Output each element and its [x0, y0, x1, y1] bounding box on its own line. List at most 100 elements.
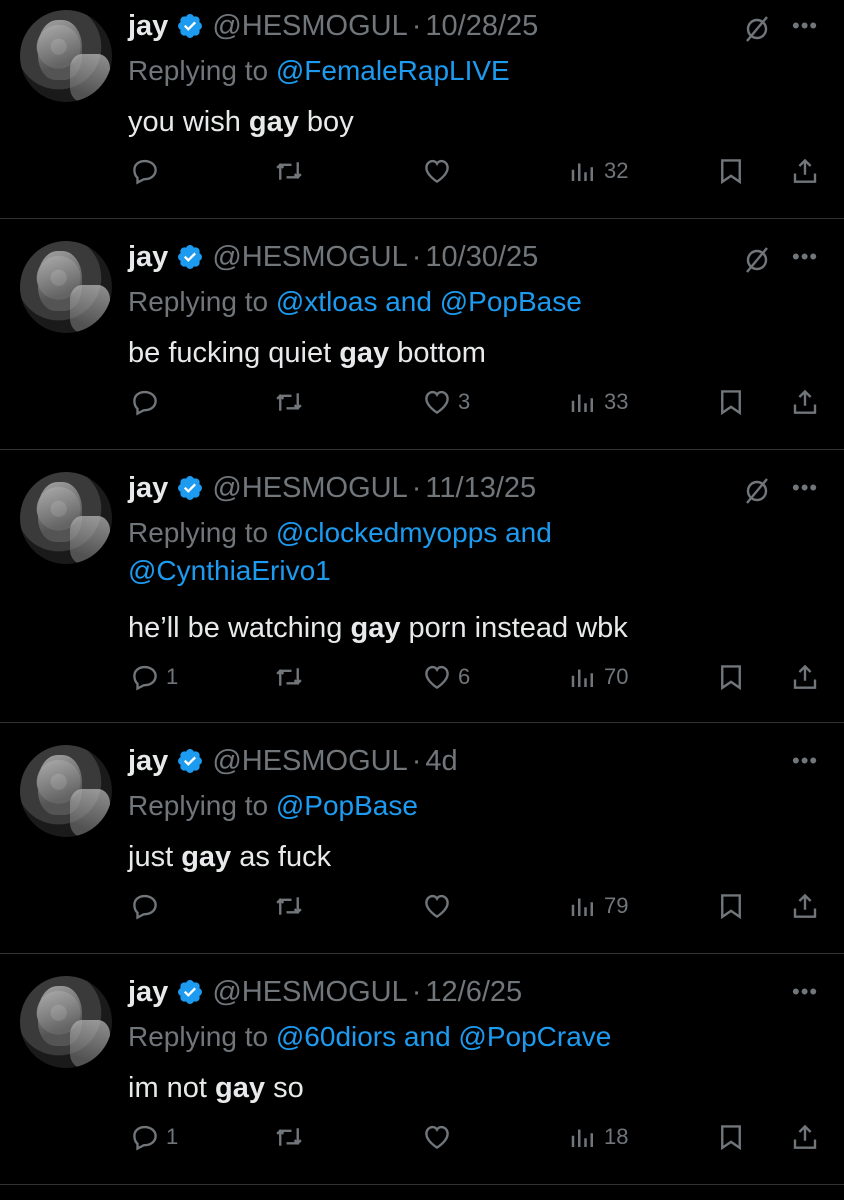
timestamp[interactable]: 10/30/25 [425, 241, 538, 274]
mention-link[interactable]: @PopBase [440, 286, 582, 317]
reply-button[interactable]: 1 [130, 662, 178, 692]
bookmark-icon [721, 894, 741, 920]
display-name[interactable]: jay [128, 976, 168, 1009]
text-part: im not [128, 1072, 216, 1104]
views-button[interactable]: 79 [568, 891, 628, 921]
views-button[interactable]: 70 [568, 662, 628, 692]
mention-link[interactable]: @CynthiaErivo1 [128, 555, 331, 586]
grok-icon[interactable] [742, 476, 772, 506]
share-button[interactable] [790, 156, 820, 186]
avatar[interactable] [20, 241, 112, 333]
and-word: and [403, 1021, 451, 1052]
handle[interactable]: @HESMOGUL [212, 745, 407, 778]
more-icon[interactable]: ••• [792, 477, 818, 499]
bookmark-icon [721, 390, 741, 416]
bookmark-button[interactable] [716, 387, 746, 417]
bookmark-button[interactable] [716, 156, 746, 186]
tweet[interactable]: jay @HESMOGUL · 4d ••• Replying to @PopB… [0, 723, 844, 953]
timestamp[interactable]: 4d [425, 745, 457, 778]
handle[interactable]: @HESMOGUL [212, 241, 407, 274]
retweet-button[interactable] [274, 156, 304, 186]
like-icon [425, 894, 449, 919]
view-count: 33 [604, 389, 629, 414]
tweet[interactable]: jay @HESMOGUL · 10/28/25 ••• Replying to… [0, 0, 844, 218]
bookmark-icon [721, 159, 741, 185]
views-button[interactable]: 33 [568, 387, 628, 417]
verified-badge-icon [178, 14, 203, 38]
replying-prefix: Replying to [128, 1021, 269, 1052]
more-icon[interactable]: ••• [792, 246, 818, 268]
like-button[interactable] [422, 891, 458, 921]
replying-to: Replying to @FemaleRapLIVE [128, 52, 828, 90]
view-count: 79 [604, 893, 629, 918]
more-icon[interactable]: ••• [792, 981, 818, 1003]
share-button[interactable] [790, 1122, 820, 1152]
views-button[interactable]: 32 [568, 156, 628, 186]
tweet[interactable]: jay @HESMOGUL · 12/6/25 ••• Replying to … [0, 954, 844, 1184]
view-count: 18 [604, 1124, 629, 1149]
avatar[interactable] [20, 472, 112, 564]
tweet[interactable]: jay @HESMOGUL · 10/30/25 ••• Replying to… [0, 219, 844, 449]
grok-icon[interactable] [742, 14, 772, 44]
text-bold: gay [248, 106, 299, 138]
verified-badge-icon [178, 749, 203, 773]
mention-link[interactable]: @PopCrave [458, 1021, 611, 1052]
like-button[interactable] [422, 156, 458, 186]
mention-link[interactable]: @clockedmyopps [276, 517, 497, 548]
bookmark-button[interactable] [716, 1122, 746, 1152]
mention-link[interactable]: @PopBase [276, 790, 418, 821]
retweet-icon [276, 1128, 302, 1146]
timestamp[interactable]: 12/6/25 [425, 976, 522, 1009]
view-count: 70 [604, 664, 629, 689]
text-part: boy [298, 106, 354, 138]
like-button[interactable]: 3 [422, 387, 470, 417]
more-icon[interactable]: ••• [792, 750, 818, 772]
replying-prefix: Replying to [128, 790, 269, 821]
like-button[interactable]: 6 [422, 662, 470, 692]
reply-button[interactable] [130, 891, 166, 921]
views-button[interactable]: 18 [568, 1122, 628, 1152]
avatar[interactable] [20, 976, 112, 1068]
retweet-button[interactable] [274, 662, 304, 692]
timestamp[interactable]: 11/13/25 [425, 472, 536, 505]
reply-button[interactable] [130, 156, 166, 186]
retweet-button[interactable] [274, 387, 304, 417]
timestamp[interactable]: 10/28/25 [425, 10, 538, 43]
avatar[interactable] [20, 10, 112, 102]
retweet-button[interactable] [274, 891, 304, 921]
share-button[interactable] [790, 387, 820, 417]
display-name[interactable]: jay [128, 10, 168, 43]
tweet[interactable]: jay @HESMOGUL · 11/13/25 ••• Replying to… [0, 450, 844, 722]
tweet-text: just gay as fuck [128, 841, 331, 874]
tweet-text: im not gay so [128, 1072, 304, 1105]
views-icon [571, 1129, 593, 1147]
share-icon [793, 893, 817, 918]
handle[interactable]: @HESMOGUL [212, 976, 407, 1009]
retweet-button[interactable] [274, 1122, 304, 1152]
share-button[interactable] [790, 891, 820, 921]
replying-prefix: Replying to [128, 55, 269, 86]
mention-link[interactable]: @xtloas [276, 286, 378, 317]
handle[interactable]: @HESMOGUL [212, 472, 407, 505]
grok-icon[interactable] [742, 245, 772, 275]
mention-link[interactable]: @FemaleRapLIVE [276, 55, 510, 86]
handle[interactable]: @HESMOGUL [212, 10, 407, 43]
display-name[interactable]: jay [128, 241, 168, 274]
like-button[interactable] [422, 1122, 458, 1152]
replying-to: Replying to @clockedmyopps and @CynthiaE… [128, 514, 828, 590]
like-icon [425, 1125, 449, 1150]
share-button[interactable] [790, 662, 820, 692]
mention-link[interactable]: @60diors [276, 1021, 396, 1052]
bookmark-button[interactable] [716, 891, 746, 921]
more-icon[interactable]: ••• [792, 15, 818, 37]
display-name[interactable]: jay [128, 472, 168, 505]
bookmark-button[interactable] [716, 662, 746, 692]
avatar[interactable] [20, 745, 112, 837]
reply-button[interactable]: 1 [130, 1122, 178, 1152]
verified-badge-icon [178, 245, 203, 269]
and-word: and [385, 286, 432, 317]
reply-button[interactable] [130, 387, 166, 417]
replying-to: Replying to @PopBase [128, 787, 828, 825]
display-name[interactable]: jay [128, 745, 168, 778]
action-bar: 79 [0, 891, 844, 931]
